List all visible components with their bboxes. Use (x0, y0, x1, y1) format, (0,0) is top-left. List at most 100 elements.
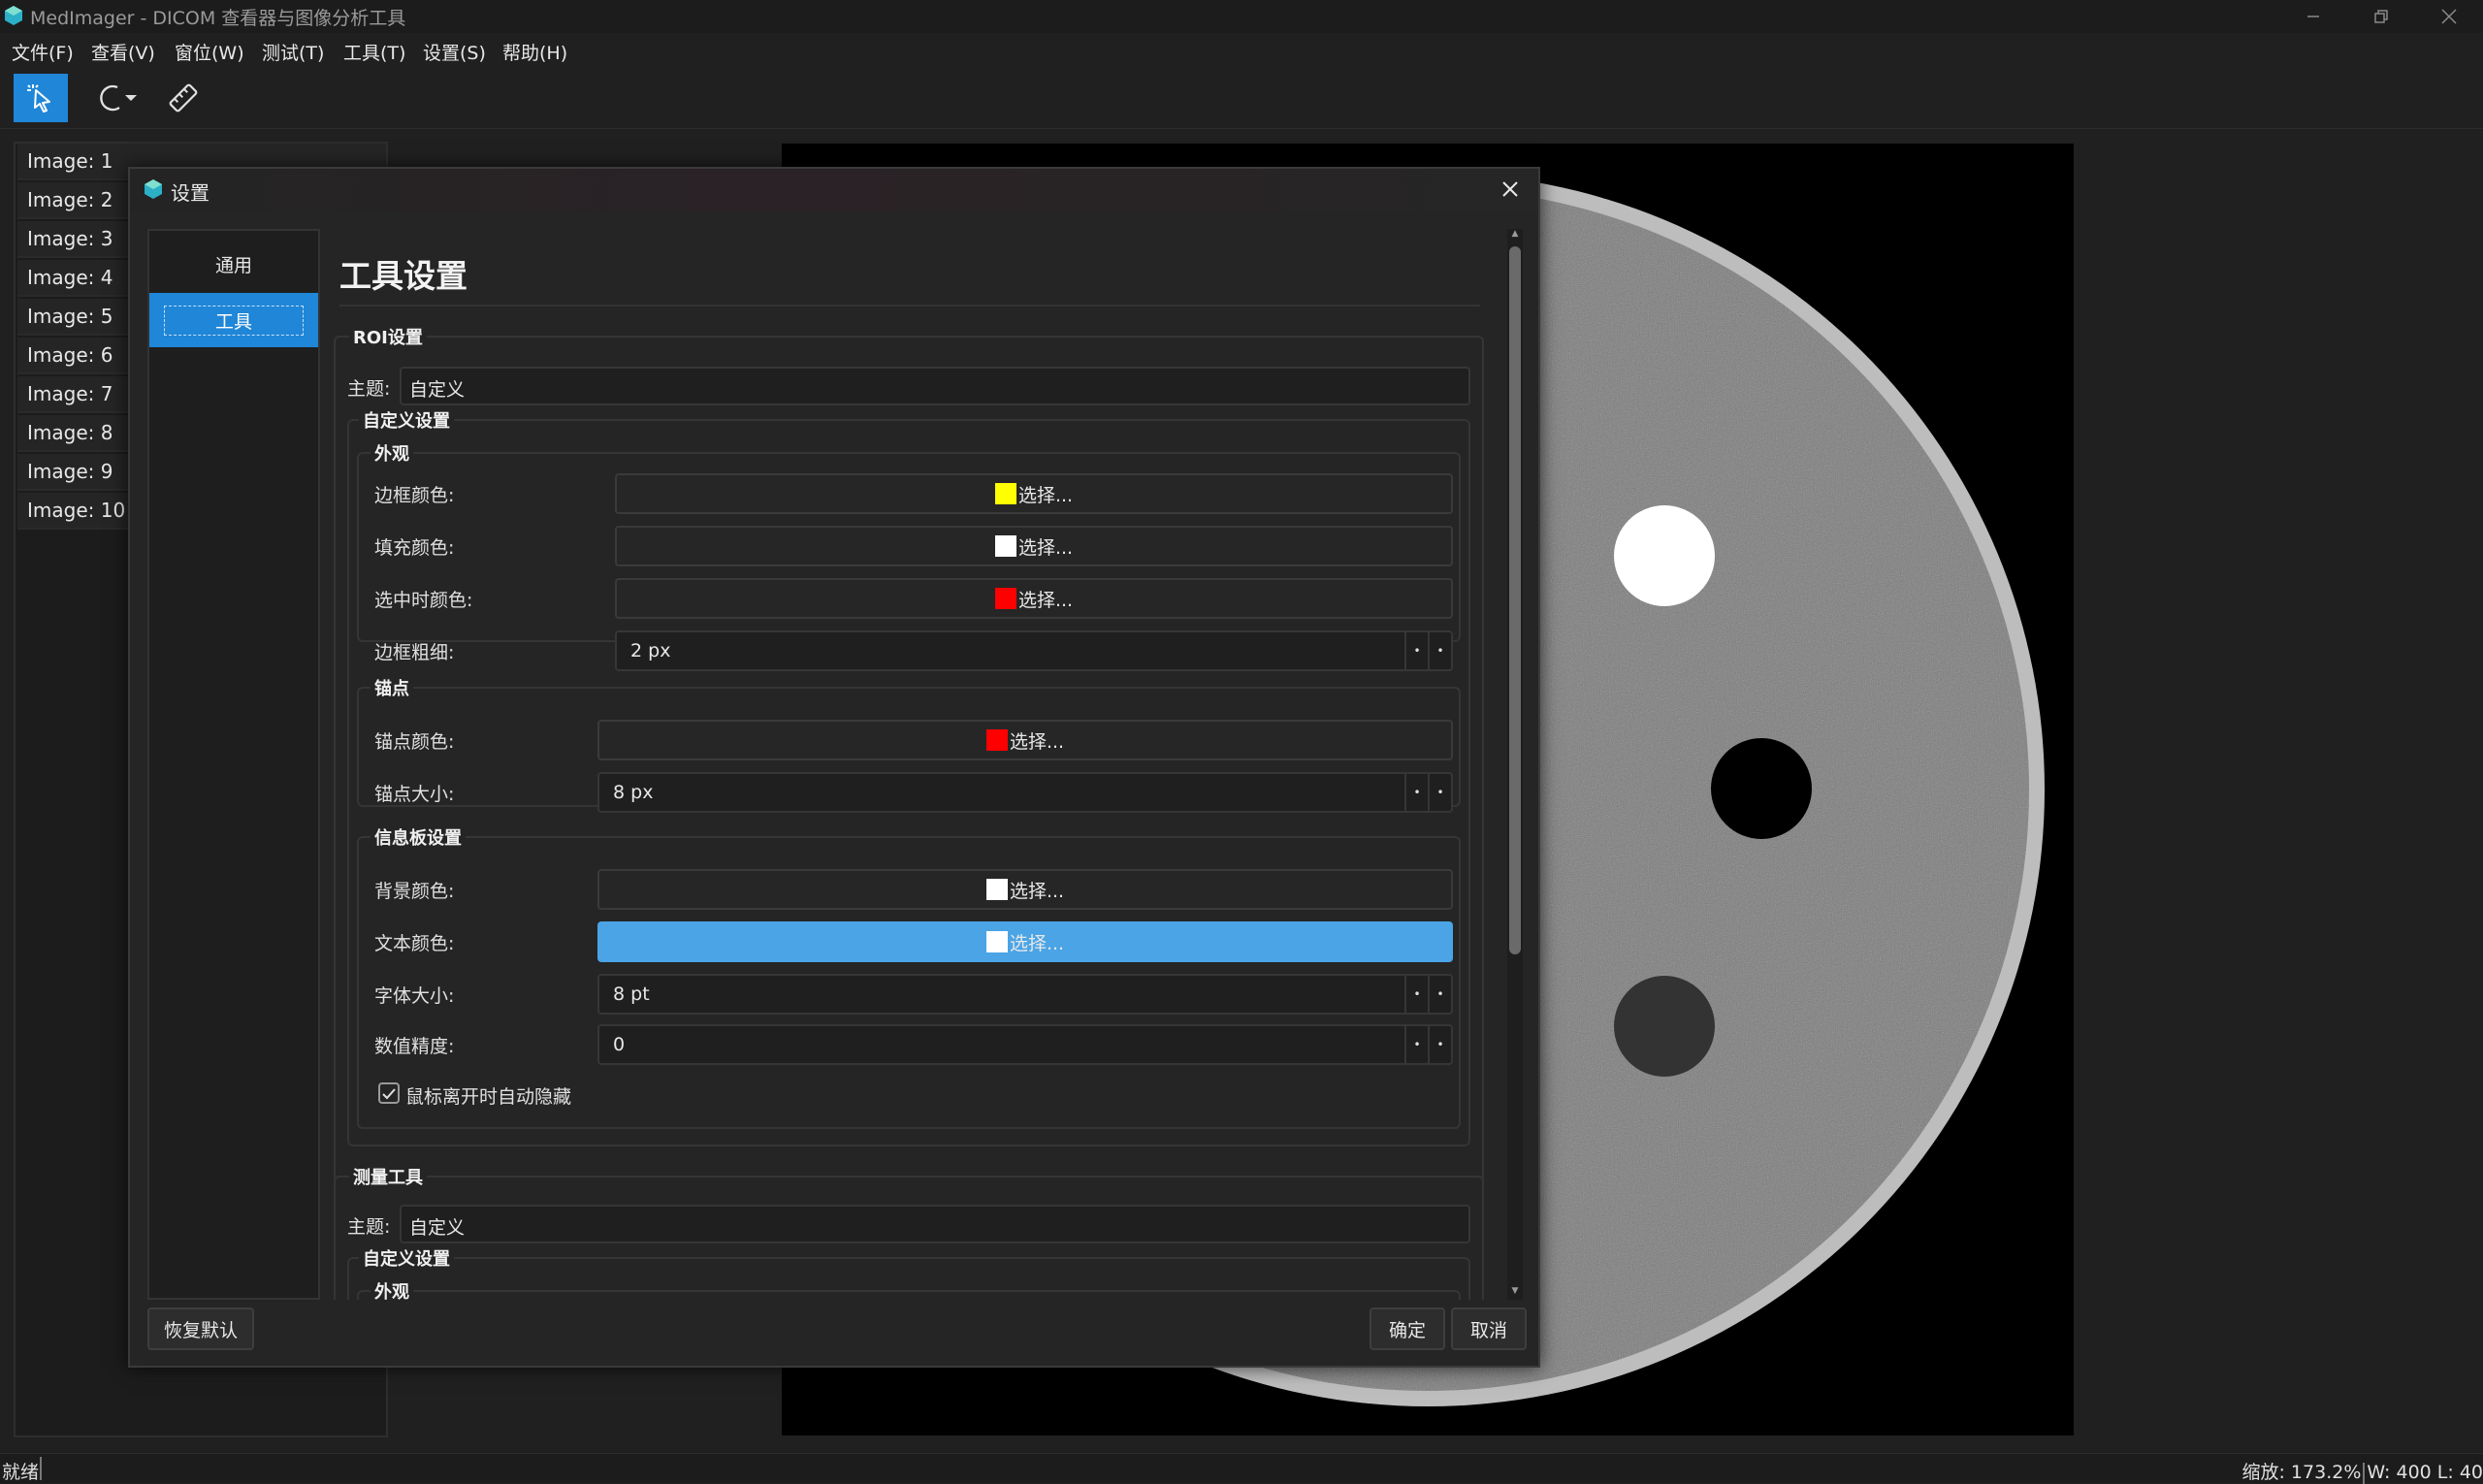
info-font-size-value: 8 pt (613, 984, 650, 1005)
scroll-up-icon[interactable]: ▲ (1507, 229, 1523, 242)
close-icon (2441, 9, 2457, 24)
anchor-color-swatch (985, 729, 1008, 751)
selected-color-button[interactable]: 选择... (615, 578, 1453, 619)
scroll-down-icon[interactable]: ▼ (1507, 1286, 1523, 1300)
anchor-size-value: 8 px (613, 782, 654, 803)
choose-label: 选择... (1017, 589, 1074, 611)
toolbar (0, 66, 2483, 129)
spin-arrows[interactable]: • • (1404, 1026, 1451, 1063)
menu-tools[interactable]: 工具(T) (343, 39, 405, 65)
checkmark-icon (382, 1088, 396, 1100)
status-separator (2363, 1462, 2366, 1484)
nav-tools-label: 工具 (163, 305, 304, 336)
spin-down-icon[interactable]: • (1404, 1026, 1428, 1063)
border-width-spinbox[interactable]: 2 px • • (615, 630, 1453, 671)
selected-color-swatch (994, 588, 1016, 609)
anchor-title: 锚点 (371, 675, 413, 700)
app-logo-icon (145, 179, 162, 199)
settings-nav: 通用 工具 (147, 229, 320, 1300)
select-tool-button[interactable] (14, 74, 68, 122)
nav-general[interactable]: 通用 (149, 237, 318, 291)
spin-up-icon[interactable]: • (1428, 1026, 1451, 1063)
info-bg-color-button[interactable]: 选择... (597, 869, 1453, 910)
menu-window-level[interactable]: 窗位(W) (175, 39, 244, 65)
spin-up-icon[interactable]: • (1428, 976, 1451, 1013)
anchor-color-label: 锚点颜色: (374, 731, 455, 753)
roi-tool-dropdown[interactable] (93, 74, 144, 122)
anchor-color-button[interactable]: 选择... (597, 720, 1453, 760)
select-cursor-icon (27, 84, 50, 113)
fill-color-swatch (994, 535, 1016, 557)
info-text-color-swatch (985, 931, 1008, 952)
choose-label: 选择... (1009, 730, 1065, 753)
title-divider (339, 305, 1480, 306)
minimize-button[interactable] (2279, 0, 2347, 33)
info-font-size-spinbox[interactable]: 8 pt • • (597, 974, 1453, 1015)
roi-settings-title: ROI设置 (349, 324, 427, 349)
restore-button[interactable] (2347, 0, 2415, 33)
settings-content: 工具设置 ROI设置 主题: 自定义 自定义设置 外观 边框颜色: 选择... … (334, 229, 1505, 1300)
anchor-size-spinbox[interactable]: 8 px • • (597, 772, 1453, 813)
close-window-button[interactable] (2415, 0, 2483, 33)
border-color-label: 边框颜色: (374, 485, 455, 506)
ellipse-roi-icon (100, 84, 137, 112)
app-logo-icon (5, 6, 22, 25)
border-width-value: 2 px (630, 640, 671, 661)
info-text-color-label: 文本颜色: (374, 933, 455, 954)
restore-defaults-button[interactable]: 恢复默认 (147, 1307, 254, 1350)
roi-theme-label: 主题: (347, 378, 391, 400)
settings-scrollbar[interactable]: ▲ ▼ (1507, 229, 1523, 1300)
nav-tools[interactable]: 工具 (149, 293, 318, 347)
restore-icon (2374, 10, 2388, 23)
auto-hide-checkbox[interactable] (378, 1082, 400, 1104)
auto-hide-label[interactable]: 鼠标离开时自动隐藏 (405, 1082, 571, 1109)
minimize-icon (2307, 16, 2319, 17)
appearance-title: 外观 (371, 440, 413, 466)
precision-label: 数值精度: (374, 1036, 455, 1057)
precision-value: 0 (613, 1034, 626, 1055)
precision-spinbox[interactable]: 0 • • (597, 1024, 1453, 1065)
border-width-label: 边框粗细: (374, 642, 455, 663)
roi-custom-title: 自定义设置 (359, 407, 454, 433)
menu-settings[interactable]: 设置(S) (423, 39, 486, 65)
border-color-button[interactable]: 选择... (615, 473, 1453, 514)
selected-color-label: 选中时颜色: (374, 590, 473, 611)
spin-arrows[interactable]: • • (1404, 632, 1451, 669)
dialog-close-button[interactable] (1496, 175, 1525, 204)
anchor-size-label: 锚点大小: (374, 784, 455, 805)
ok-button[interactable]: 确定 (1370, 1307, 1445, 1350)
fill-color-button[interactable]: 选择... (615, 526, 1453, 566)
spin-up-icon[interactable]: • (1428, 774, 1451, 811)
choose-label: 选择... (1009, 932, 1065, 954)
status-separator (40, 1457, 42, 1480)
menu-view[interactable]: 查看(V) (91, 39, 155, 65)
cancel-button[interactable]: 取消 (1451, 1307, 1527, 1350)
menu-bar: 文件(F) 查看(V) 窗位(W) 测试(T) 工具(T) 设置(S) 帮助(H… (0, 33, 2483, 66)
dialog-titlebar: 设置 (130, 169, 1538, 211)
window-title: MedImager - DICOM 查看器与图像分析工具 (30, 8, 406, 29)
menu-test[interactable]: 测试(T) (262, 39, 324, 65)
roi-theme-combo[interactable]: 自定义 (400, 367, 1470, 405)
menu-file[interactable]: 文件(F) (12, 39, 74, 65)
choose-label: 选择... (1009, 880, 1065, 902)
status-info: 缩放: 173.2% W: 400 L: 40 (2241, 1458, 2483, 1484)
ruler-icon (169, 83, 198, 113)
spin-arrows[interactable]: • • (1404, 774, 1451, 811)
spin-down-icon[interactable]: • (1404, 632, 1428, 669)
menu-help[interactable]: 帮助(H) (502, 39, 567, 65)
spin-arrows[interactable]: • • (1404, 976, 1451, 1013)
measure-theme-combo[interactable]: 自定义 (400, 1205, 1470, 1243)
info-bg-color-swatch (985, 879, 1008, 900)
spin-down-icon[interactable]: • (1404, 976, 1428, 1013)
fill-color-label: 填充颜色: (374, 537, 455, 559)
info-text-color-button[interactable]: 选择... (597, 921, 1453, 962)
measure-theme-value: 自定义 (409, 1217, 466, 1239)
close-icon (1502, 181, 1518, 197)
nav-general-label: 通用 (214, 254, 252, 276)
spin-down-icon[interactable]: • (1404, 774, 1428, 811)
ruler-tool-button[interactable] (161, 74, 206, 122)
settings-dialog: 设置 通用 工具 工具设置 ROI设置 主题: 自定义 自定义设置 外观 边框颜… (128, 167, 1540, 1368)
spin-up-icon[interactable]: • (1428, 632, 1451, 669)
scrollbar-thumb[interactable] (1509, 246, 1521, 954)
info-panel-title: 信息板设置 (371, 824, 466, 850)
